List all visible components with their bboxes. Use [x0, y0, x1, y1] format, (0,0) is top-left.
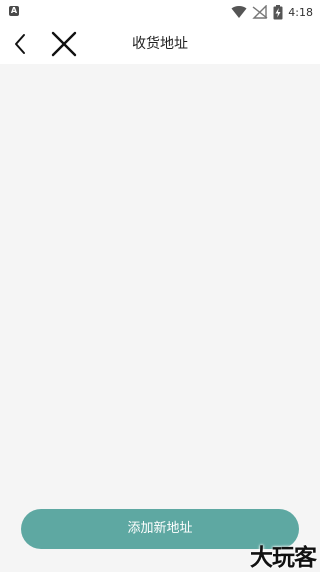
status-bar: A 4:18	[0, 0, 320, 24]
app-notification-icon: A	[9, 6, 19, 16]
close-icon	[51, 31, 77, 57]
nav-bar: 收货地址	[0, 24, 320, 64]
close-button[interactable]	[48, 28, 80, 60]
back-button[interactable]	[8, 30, 34, 58]
status-time: 4:18	[288, 5, 313, 19]
battery-charging-icon	[273, 4, 283, 19]
wifi-icon	[231, 6, 247, 19]
no-signal-icon	[252, 5, 268, 19]
status-icons: 4:18	[231, 0, 320, 24]
watermark-logo: 大玩客	[250, 544, 317, 571]
address-list-area	[0, 64, 320, 570]
chevron-left-icon	[15, 34, 25, 54]
